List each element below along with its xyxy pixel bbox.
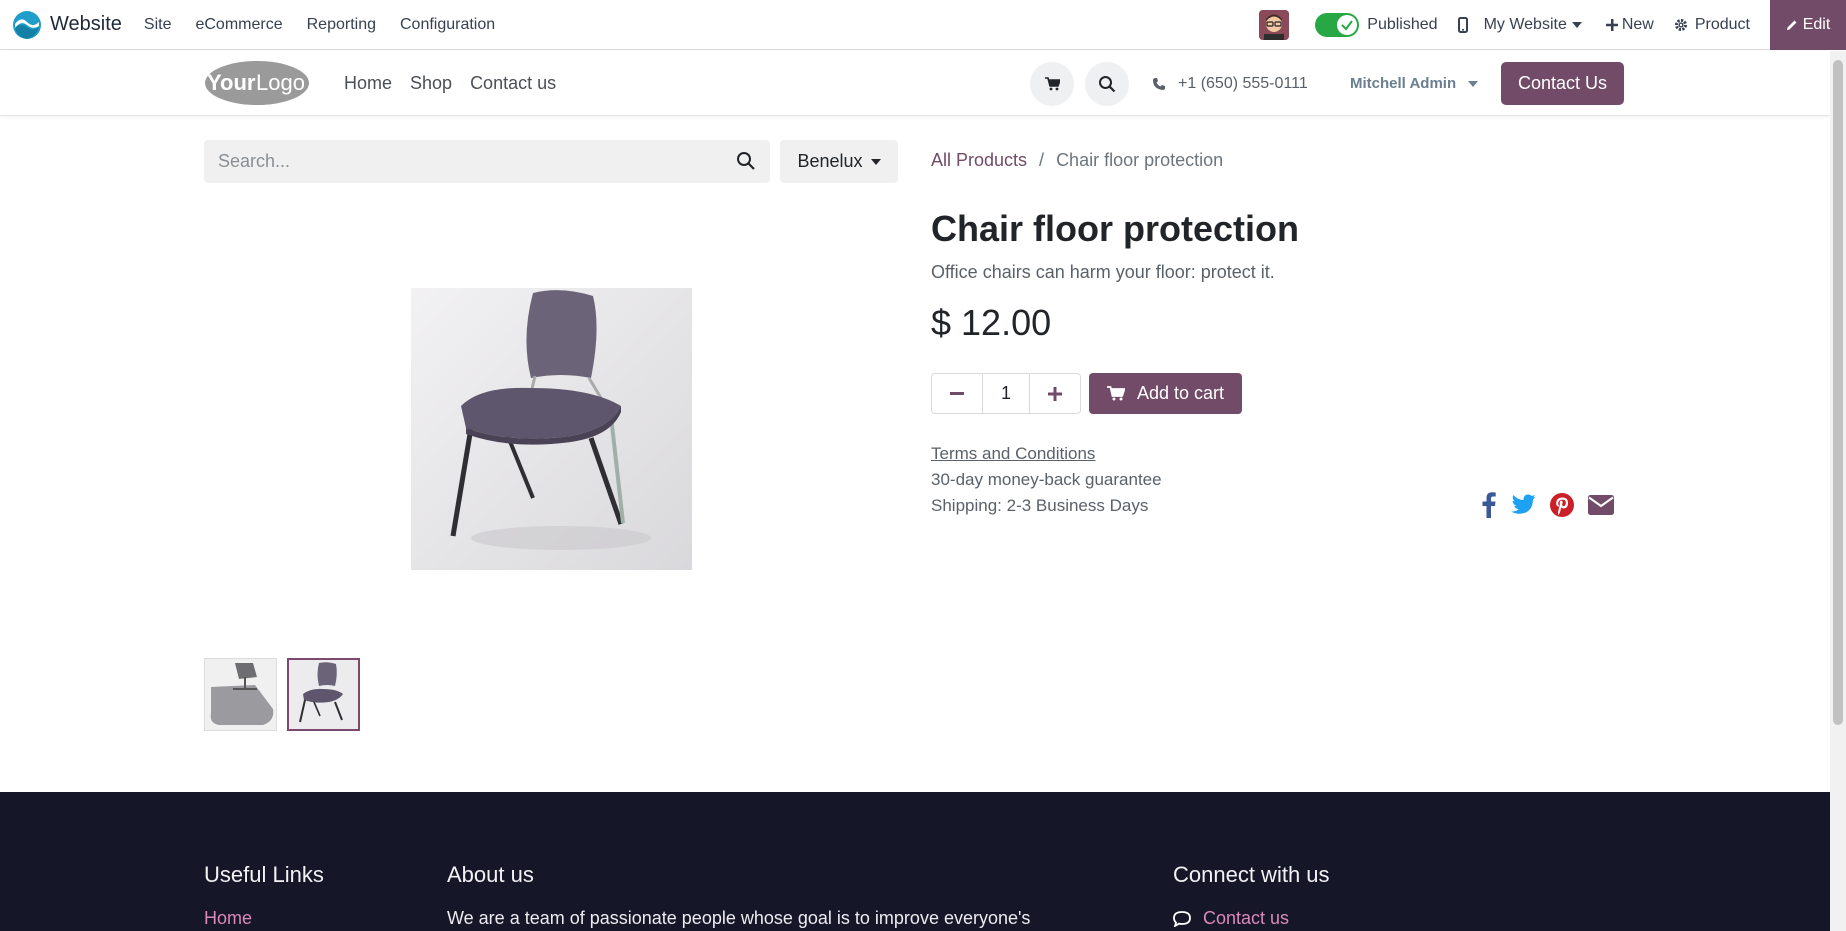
edit-label: Edit: [1802, 16, 1831, 33]
breadcrumb: All Products / Chair floor protection: [931, 150, 1223, 171]
plus-icon: [1048, 386, 1062, 401]
guarantee-text: 30-day money-back guarantee: [931, 470, 1162, 489]
check-icon: [1337, 15, 1358, 35]
quantity-input[interactable]: 1: [982, 374, 1030, 413]
product-main-image[interactable]: [411, 288, 692, 570]
thumbnail-chair[interactable]: [287, 658, 360, 731]
logo-text-bold: Your: [207, 70, 256, 95]
nav-home[interactable]: Home: [344, 73, 392, 94]
search-icon: [1099, 76, 1116, 93]
app-name[interactable]: Website: [50, 13, 122, 36]
decrease-quantity-button[interactable]: [932, 374, 982, 413]
product-search: [204, 140, 770, 183]
footer-connect-title: Connect with us: [1173, 862, 1330, 887]
pinterest-icon[interactable]: [1550, 493, 1574, 517]
product-description: Office chairs can harm your floor: prote…: [931, 262, 1275, 282]
phone-contact[interactable]: +1 (650) 555-0111: [1152, 51, 1308, 116]
edit-button[interactable]: Edit: [1770, 0, 1846, 50]
cart-icon: [1044, 77, 1060, 91]
contact-us-button[interactable]: Contact Us: [1501, 62, 1624, 105]
scrollbar-thumb[interactable]: [1833, 60, 1843, 725]
pricelist-label: Benelux: [797, 151, 863, 171]
envelope-icon[interactable]: [1588, 495, 1614, 515]
footer-link-home[interactable]: Home: [204, 908, 252, 929]
shipping-text: Shipping: 2-3 Business Days: [931, 496, 1149, 515]
published-label[interactable]: Published: [1367, 16, 1437, 34]
terms-link[interactable]: Terms and Conditions: [931, 444, 1095, 464]
footer-contact-label: Contact us: [1203, 908, 1290, 928]
cart-icon: [1106, 386, 1125, 401]
thumbnail-floor-mat[interactable]: [204, 658, 277, 731]
admin-navbar: Website Site eCommerce Reporting Configu…: [0, 0, 1846, 50]
add-to-cart-button[interactable]: Add to cart: [1089, 373, 1242, 414]
user-menu[interactable]: Mitchell Admin: [1350, 51, 1479, 116]
twitter-icon[interactable]: [1510, 494, 1536, 516]
footer-contact-link[interactable]: Contact us: [1173, 908, 1289, 929]
quantity-stepper: 1: [931, 373, 1081, 414]
user-avatar[interactable]: [1259, 10, 1290, 40]
minus-icon: [950, 391, 964, 395]
menu-site[interactable]: Site: [144, 16, 172, 34]
facebook-icon[interactable]: [1482, 492, 1496, 518]
search-input[interactable]: [204, 140, 704, 183]
site-logo[interactable]: Your Logo: [204, 60, 310, 106]
comment-icon: [1173, 910, 1191, 927]
breadcrumb-current: Chair floor protection: [1056, 150, 1224, 170]
add-to-cart-label: Add to cart: [1136, 383, 1225, 403]
odoo-apps-icon[interactable]: Website: [12, 10, 122, 40]
new-button[interactable]: New: [1605, 16, 1654, 34]
cart-button[interactable]: [1030, 62, 1074, 106]
footer-useful-links-title: Useful Links: [204, 862, 324, 887]
share-links: [1482, 492, 1628, 518]
nav-shop[interactable]: Shop: [410, 73, 452, 94]
menu-reporting[interactable]: Reporting: [307, 16, 376, 34]
chevron-down-icon: [1571, 22, 1582, 28]
increase-quantity-button[interactable]: [1030, 374, 1080, 413]
user-name: Mitchell Admin: [1350, 75, 1457, 92]
search-button[interactable]: [1085, 62, 1129, 106]
footer: Useful Links Home About us We are a team…: [0, 792, 1830, 931]
phone-number: +1 (650) 555-0111: [1178, 74, 1308, 92]
menu-configuration[interactable]: Configuration: [400, 16, 495, 34]
menu-ecommerce[interactable]: eCommerce: [195, 16, 282, 34]
product-settings-button[interactable]: Product: [1674, 16, 1750, 34]
gear-icon: [1674, 19, 1687, 31]
chevron-down-icon: [1468, 80, 1479, 87]
phone-icon: [1153, 77, 1165, 90]
footer-about-title: About us: [447, 862, 534, 887]
new-label: New: [1621, 16, 1654, 33]
breadcrumb-all-products[interactable]: All Products: [931, 150, 1027, 171]
footer-about-text: We are a team of passionate people whose…: [447, 908, 1031, 928]
logo-text: Logo: [256, 70, 305, 95]
product-title: Chair floor protection: [931, 208, 1299, 249]
product-price: $ 12.00: [931, 302, 1052, 343]
site-nav: Home Shop Contact us: [344, 51, 574, 116]
pricelist-dropdown[interactable]: Benelux: [780, 140, 898, 183]
product-label: Product: [1694, 16, 1750, 33]
pencil-icon: [1786, 20, 1797, 30]
breadcrumb-separator: /: [1039, 150, 1045, 170]
admin-menu: Site eCommerce Reporting Configuration: [144, 16, 519, 34]
search-icon[interactable]: [736, 151, 756, 176]
nav-contact[interactable]: Contact us: [470, 73, 556, 94]
chevron-down-icon: [870, 158, 881, 165]
site-header: Your Logo Home Shop Contact us +1 (650) …: [0, 51, 1830, 116]
website-selector[interactable]: My Website: [1484, 16, 1582, 34]
plus-icon: [1605, 19, 1618, 31]
published-toggle[interactable]: [1315, 13, 1360, 37]
website-selector-label: My Website: [1483, 16, 1567, 33]
mobile-preview-icon[interactable]: [1457, 17, 1468, 33]
